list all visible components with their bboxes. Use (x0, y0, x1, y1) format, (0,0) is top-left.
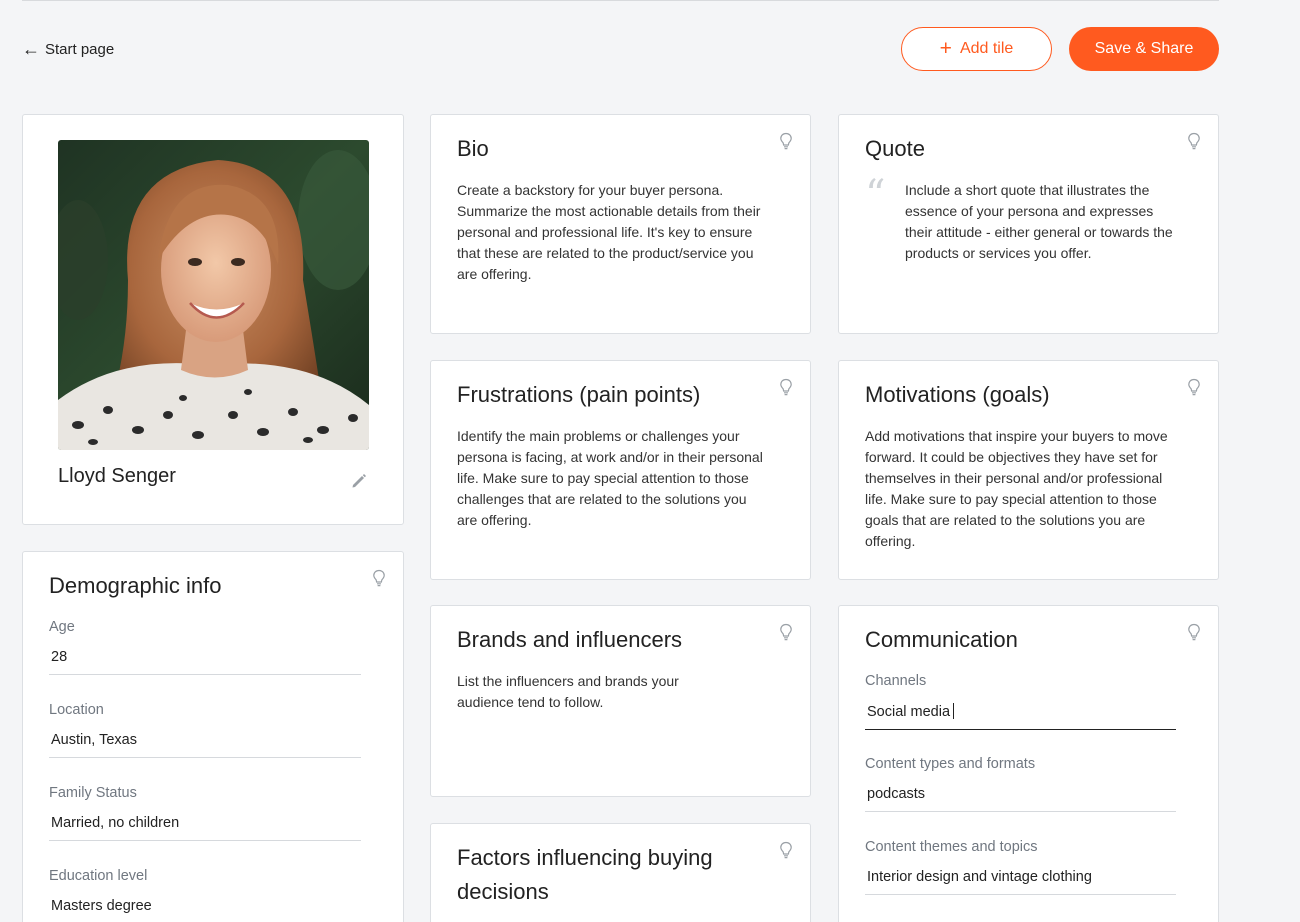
education-label: Education level (49, 868, 148, 884)
quote-title: Quote (865, 136, 925, 161)
family-status-label: Family Status (49, 785, 137, 801)
content-themes-input[interactable]: Interior design and vintage clothing (865, 869, 1176, 895)
quote-card: Quote “ Include a short quote that illus… (838, 114, 1219, 334)
persona-photo[interactable] (58, 140, 369, 450)
persona-name[interactable]: Lloyd Senger (58, 465, 176, 488)
frustrations-title: Frustrations (pain points) (457, 382, 701, 407)
demographic-card: Demographic info Age 28 Location Austin,… (22, 551, 404, 922)
text-cursor (953, 703, 955, 719)
age-label: Age (49, 619, 75, 635)
communication-title: Communication (865, 627, 1018, 652)
lightbulb-icon[interactable] (779, 132, 793, 150)
quote-text[interactable]: Include a short quote that illustrates t… (905, 180, 1178, 264)
content-types-input[interactable]: podcasts (865, 786, 1176, 812)
add-tile-label: Add tile (959, 40, 1014, 57)
brands-card: Brands and influencers List the influenc… (430, 605, 811, 797)
bio-text[interactable]: Create a backstory for your buyer person… (457, 180, 770, 285)
motivations-text[interactable]: Add motivations that inspire your buyers… (865, 426, 1178, 552)
back-link-label: Start page (45, 40, 115, 58)
profile-card: Lloyd Senger (22, 114, 404, 525)
frustrations-text[interactable]: Identify the main problems or challenges… (457, 426, 770, 531)
motivations-card: Motivations (goals) Add motivations that… (838, 360, 1219, 580)
lightbulb-icon[interactable] (372, 569, 386, 587)
lightbulb-icon[interactable] (1187, 378, 1201, 396)
quote-mark-icon: “ (865, 172, 886, 218)
lightbulb-icon[interactable] (1187, 623, 1201, 641)
communication-card: Communication Channels Social media Cont… (838, 605, 1219, 922)
brands-text[interactable]: List the influencers and brands your aud… (457, 671, 720, 713)
age-input[interactable]: 28 (49, 649, 361, 675)
plus-icon: + (939, 36, 952, 60)
arrow-left-icon: ← (22, 39, 40, 59)
frustrations-card: Frustrations (pain points) Identify the … (430, 360, 811, 580)
save-share-button[interactable]: Save & Share (1069, 27, 1219, 71)
lightbulb-icon[interactable] (779, 841, 793, 859)
location-input[interactable]: Austin, Texas (49, 732, 361, 758)
top-divider (22, 0, 1219, 1)
add-tile-button[interactable]: + Add tile (901, 27, 1052, 71)
lightbulb-icon[interactable] (779, 378, 793, 396)
motivations-title: Motivations (goals) (865, 382, 1050, 407)
content-types-label: Content types and formats (865, 756, 1036, 772)
channels-value: Social media (867, 704, 951, 720)
lightbulb-icon[interactable] (779, 623, 793, 641)
bio-card: Bio Create a backstory for your buyer pe… (430, 114, 811, 334)
family-status-input[interactable]: Married, no children (49, 815, 361, 841)
location-label: Location (49, 702, 104, 718)
channels-input[interactable]: Social media (865, 703, 1176, 730)
back-to-start-link[interactable]: ← Start page (22, 38, 114, 60)
channels-label: Channels (865, 673, 927, 689)
factors-title: Factors influencing buying decisions (457, 845, 713, 904)
education-input[interactable]: Masters degree (49, 898, 361, 922)
lightbulb-icon[interactable] (1187, 132, 1201, 150)
bio-title: Bio (457, 136, 489, 161)
brands-title: Brands and influencers (457, 627, 683, 652)
factors-card: Factors influencing buying decisions (430, 823, 811, 922)
demographic-title: Demographic info (49, 573, 222, 598)
edit-pencil-icon[interactable] (350, 472, 368, 490)
content-themes-label: Content themes and topics (865, 839, 1038, 855)
